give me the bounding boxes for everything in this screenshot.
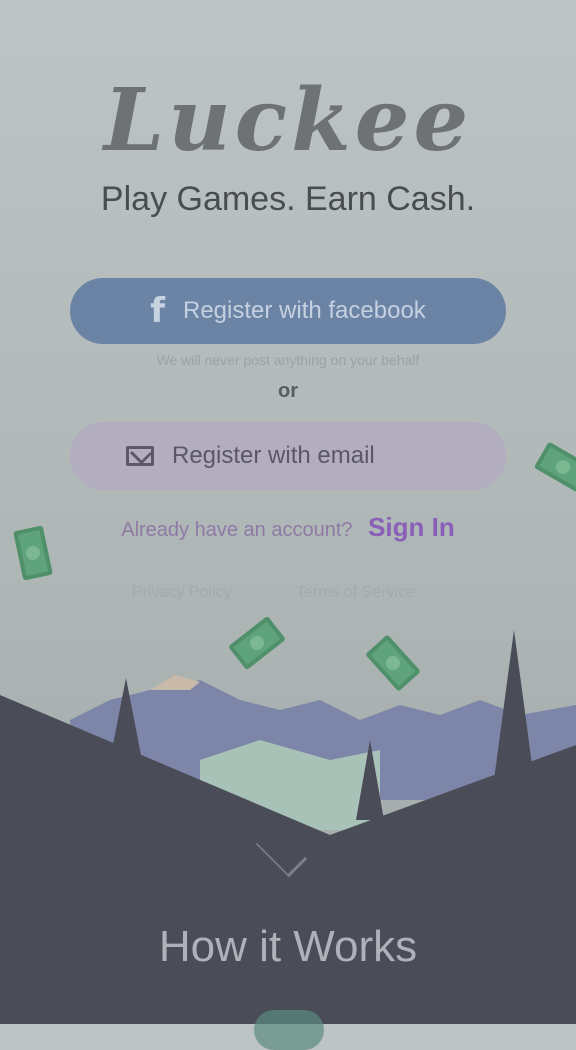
how-it-works-heading: How it Works	[158, 922, 418, 971]
scroll-indicator	[254, 1010, 324, 1050]
